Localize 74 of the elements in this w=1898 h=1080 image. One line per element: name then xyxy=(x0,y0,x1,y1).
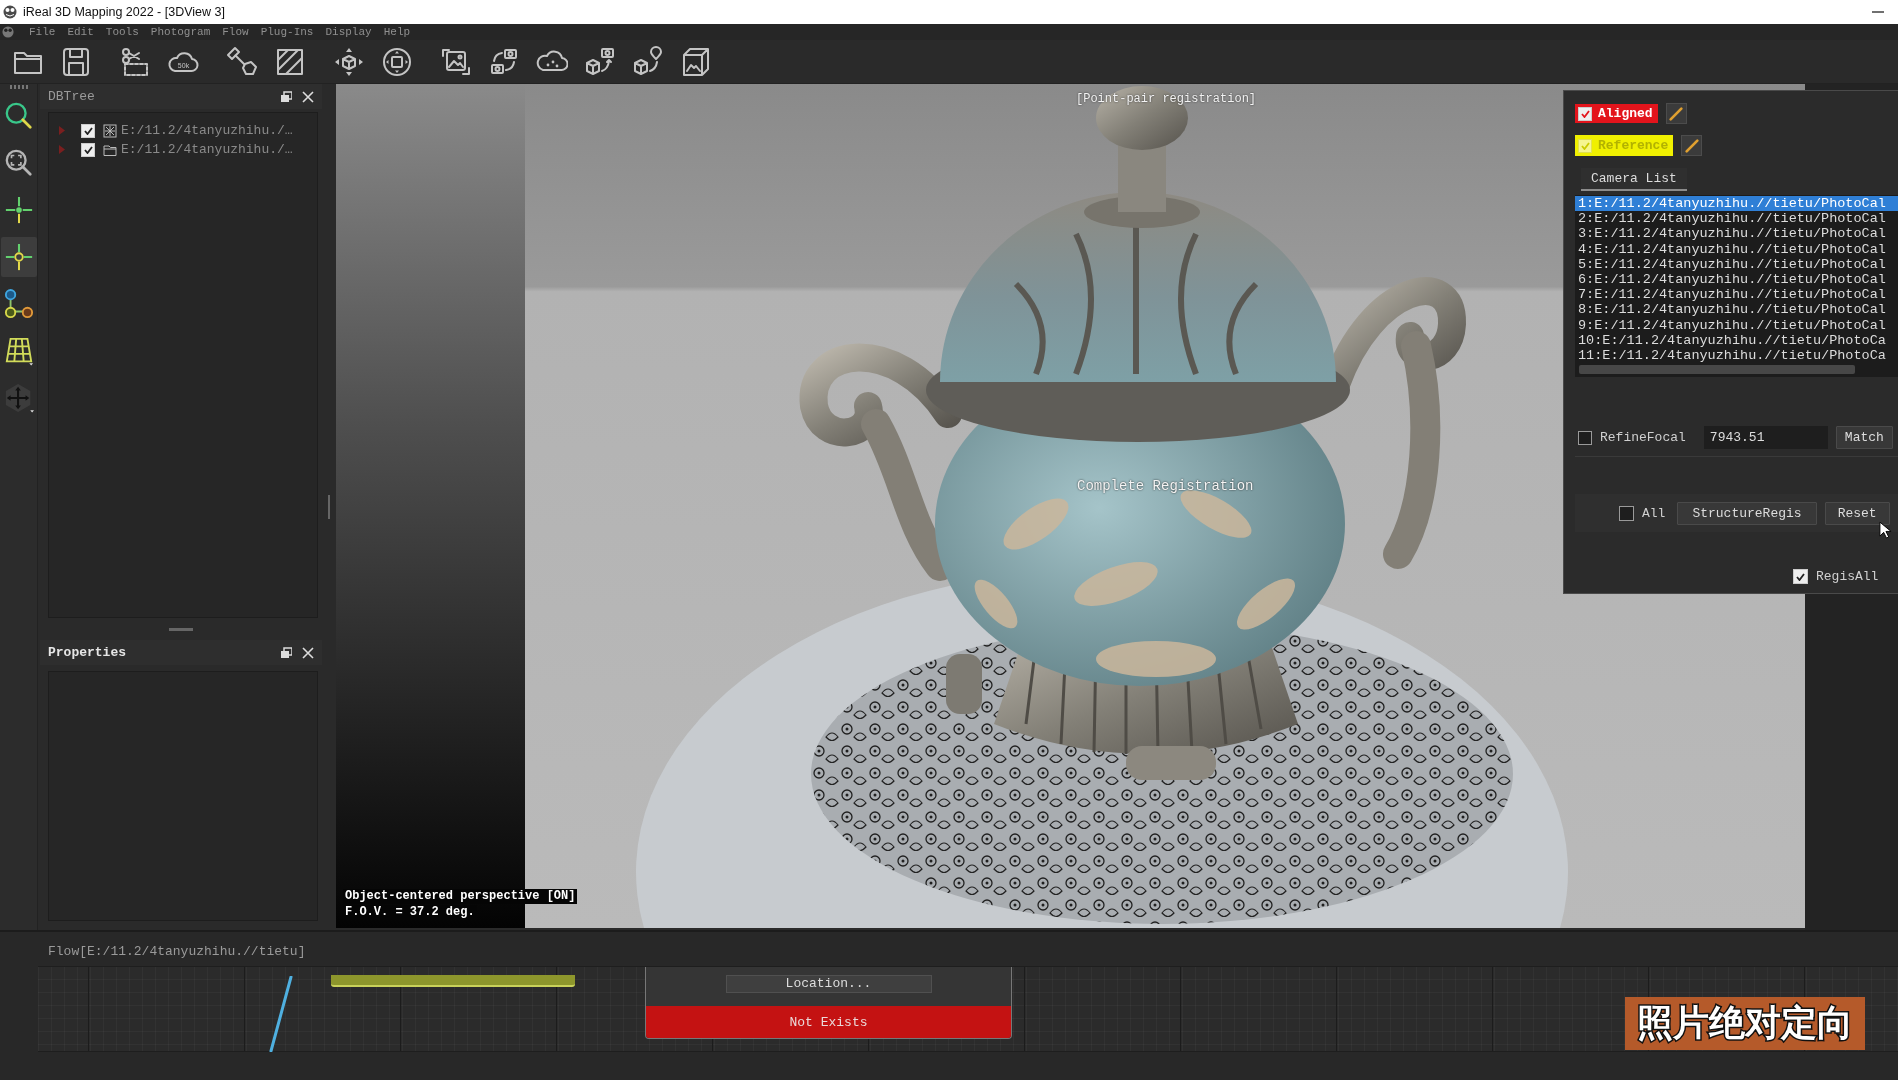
scrollbar-thumb[interactable] xyxy=(1579,365,1855,374)
menu-item[interactable]: Help xyxy=(377,24,417,40)
layer-label: Aligned xyxy=(1598,106,1653,121)
location-button[interactable]: Location... xyxy=(725,975,932,993)
tree-item-label[interactable]: E:/11.2/4tanyuzhihu./… xyxy=(121,142,293,157)
subtitle-caption: 照片绝对定向 xyxy=(1625,997,1865,1050)
flow-node[interactable]: Location... Not Exists xyxy=(645,967,1012,1039)
grid-icon xyxy=(3,336,34,366)
hammer-icon[interactable] xyxy=(226,45,258,78)
edit-button[interactable] xyxy=(1681,135,1703,156)
menu-item[interactable]: Tools xyxy=(99,24,145,40)
mode-label: [Point-pair registration] xyxy=(1076,92,1257,106)
panel-title: Properties xyxy=(48,645,127,660)
focal-length-field[interactable]: 7943.51 xyxy=(1703,426,1828,449)
match-button[interactable]: Match xyxy=(1835,426,1893,449)
crosshair-ring-icon xyxy=(3,242,34,272)
checkbox-label: RegisAll xyxy=(1816,569,1879,584)
splitter-handle[interactable] xyxy=(328,495,330,519)
tool-button[interactable] xyxy=(0,237,37,277)
structure-regis-button[interactable]: StructureRegis xyxy=(1677,501,1817,525)
crosshair-icon xyxy=(3,195,34,225)
checkbox[interactable] xyxy=(81,123,95,138)
mouse-pointer-icon xyxy=(1879,521,1892,540)
image-cube-icon[interactable] xyxy=(680,45,712,78)
grip-handle[interactable] xyxy=(9,85,28,89)
check-icon xyxy=(1796,572,1805,581)
close-icon[interactable] xyxy=(302,90,314,103)
checkbox[interactable] xyxy=(81,142,95,157)
flow-node[interactable] xyxy=(331,975,575,987)
splitter-handle[interactable] xyxy=(169,627,193,631)
checkbox[interactable] xyxy=(1578,106,1592,121)
crossed-box-icon xyxy=(103,123,117,138)
zoom-fit-icon xyxy=(3,148,34,178)
menu-item[interactable]: Flow xyxy=(216,24,255,40)
close-icon[interactable] xyxy=(302,646,314,659)
reset-button[interactable]: Reset xyxy=(1824,501,1890,525)
move-arrows-icon xyxy=(3,383,34,413)
window-title: iReal 3D Mapping 2022 - [3DView 3] xyxy=(23,5,225,19)
check-icon xyxy=(1580,109,1590,118)
restore-icon[interactable] xyxy=(280,646,292,659)
checkbox-label: All xyxy=(1642,505,1666,521)
perspective-label: Object-centered perspective [ON] xyxy=(343,889,578,904)
cube-pin-icon[interactable] xyxy=(632,45,664,78)
checkbox-label: RefineFocal xyxy=(1600,430,1686,445)
status-message: Complete Registration xyxy=(1077,478,1254,494)
save-icon[interactable] xyxy=(60,45,92,78)
tree-item-label[interactable]: E:/11.2/4tanyuzhihu./… xyxy=(121,123,293,138)
menu-item[interactable]: File xyxy=(23,24,62,40)
check-icon xyxy=(1580,141,1590,150)
menu-item[interactable]: Photogram xyxy=(144,24,217,40)
pencil-icon xyxy=(1668,105,1685,122)
checkbox[interactable] xyxy=(1619,505,1634,521)
panel-title: DBTree xyxy=(48,89,96,104)
flow-path-label: Flow[E:/11.2/4tanyuzhihu.//tietu] xyxy=(48,944,306,960)
restore-icon[interactable] xyxy=(280,90,292,103)
camera-list-item[interactable]: 1:E:/11.2/4tanyuzhihu.//tietu/PhotoCal xyxy=(1575,196,1898,212)
menu-item[interactable]: Edit xyxy=(61,24,100,40)
layer-label: Reference xyxy=(1598,138,1669,153)
node-status: Not Exists xyxy=(646,1006,1011,1038)
checkbox[interactable] xyxy=(1793,569,1808,584)
node-graph-icon xyxy=(3,289,34,319)
layer-toggle[interactable]: Aligned xyxy=(1575,104,1658,123)
menu-item[interactable]: Display xyxy=(319,24,378,40)
target-circle-icon[interactable] xyxy=(381,45,413,78)
search-icon xyxy=(3,101,34,131)
scissors-icon[interactable] xyxy=(119,45,151,78)
tab[interactable]: Camera List xyxy=(1581,168,1687,191)
edit-button[interactable] xyxy=(1665,103,1687,124)
menu-item[interactable]: Plug-Ins xyxy=(254,24,320,40)
pencil-icon xyxy=(1683,137,1700,154)
app-logo-icon xyxy=(3,5,17,19)
checkbox[interactable] xyxy=(1578,430,1592,445)
cube-camera-icon[interactable] xyxy=(584,45,616,78)
folder-icon xyxy=(103,142,117,157)
